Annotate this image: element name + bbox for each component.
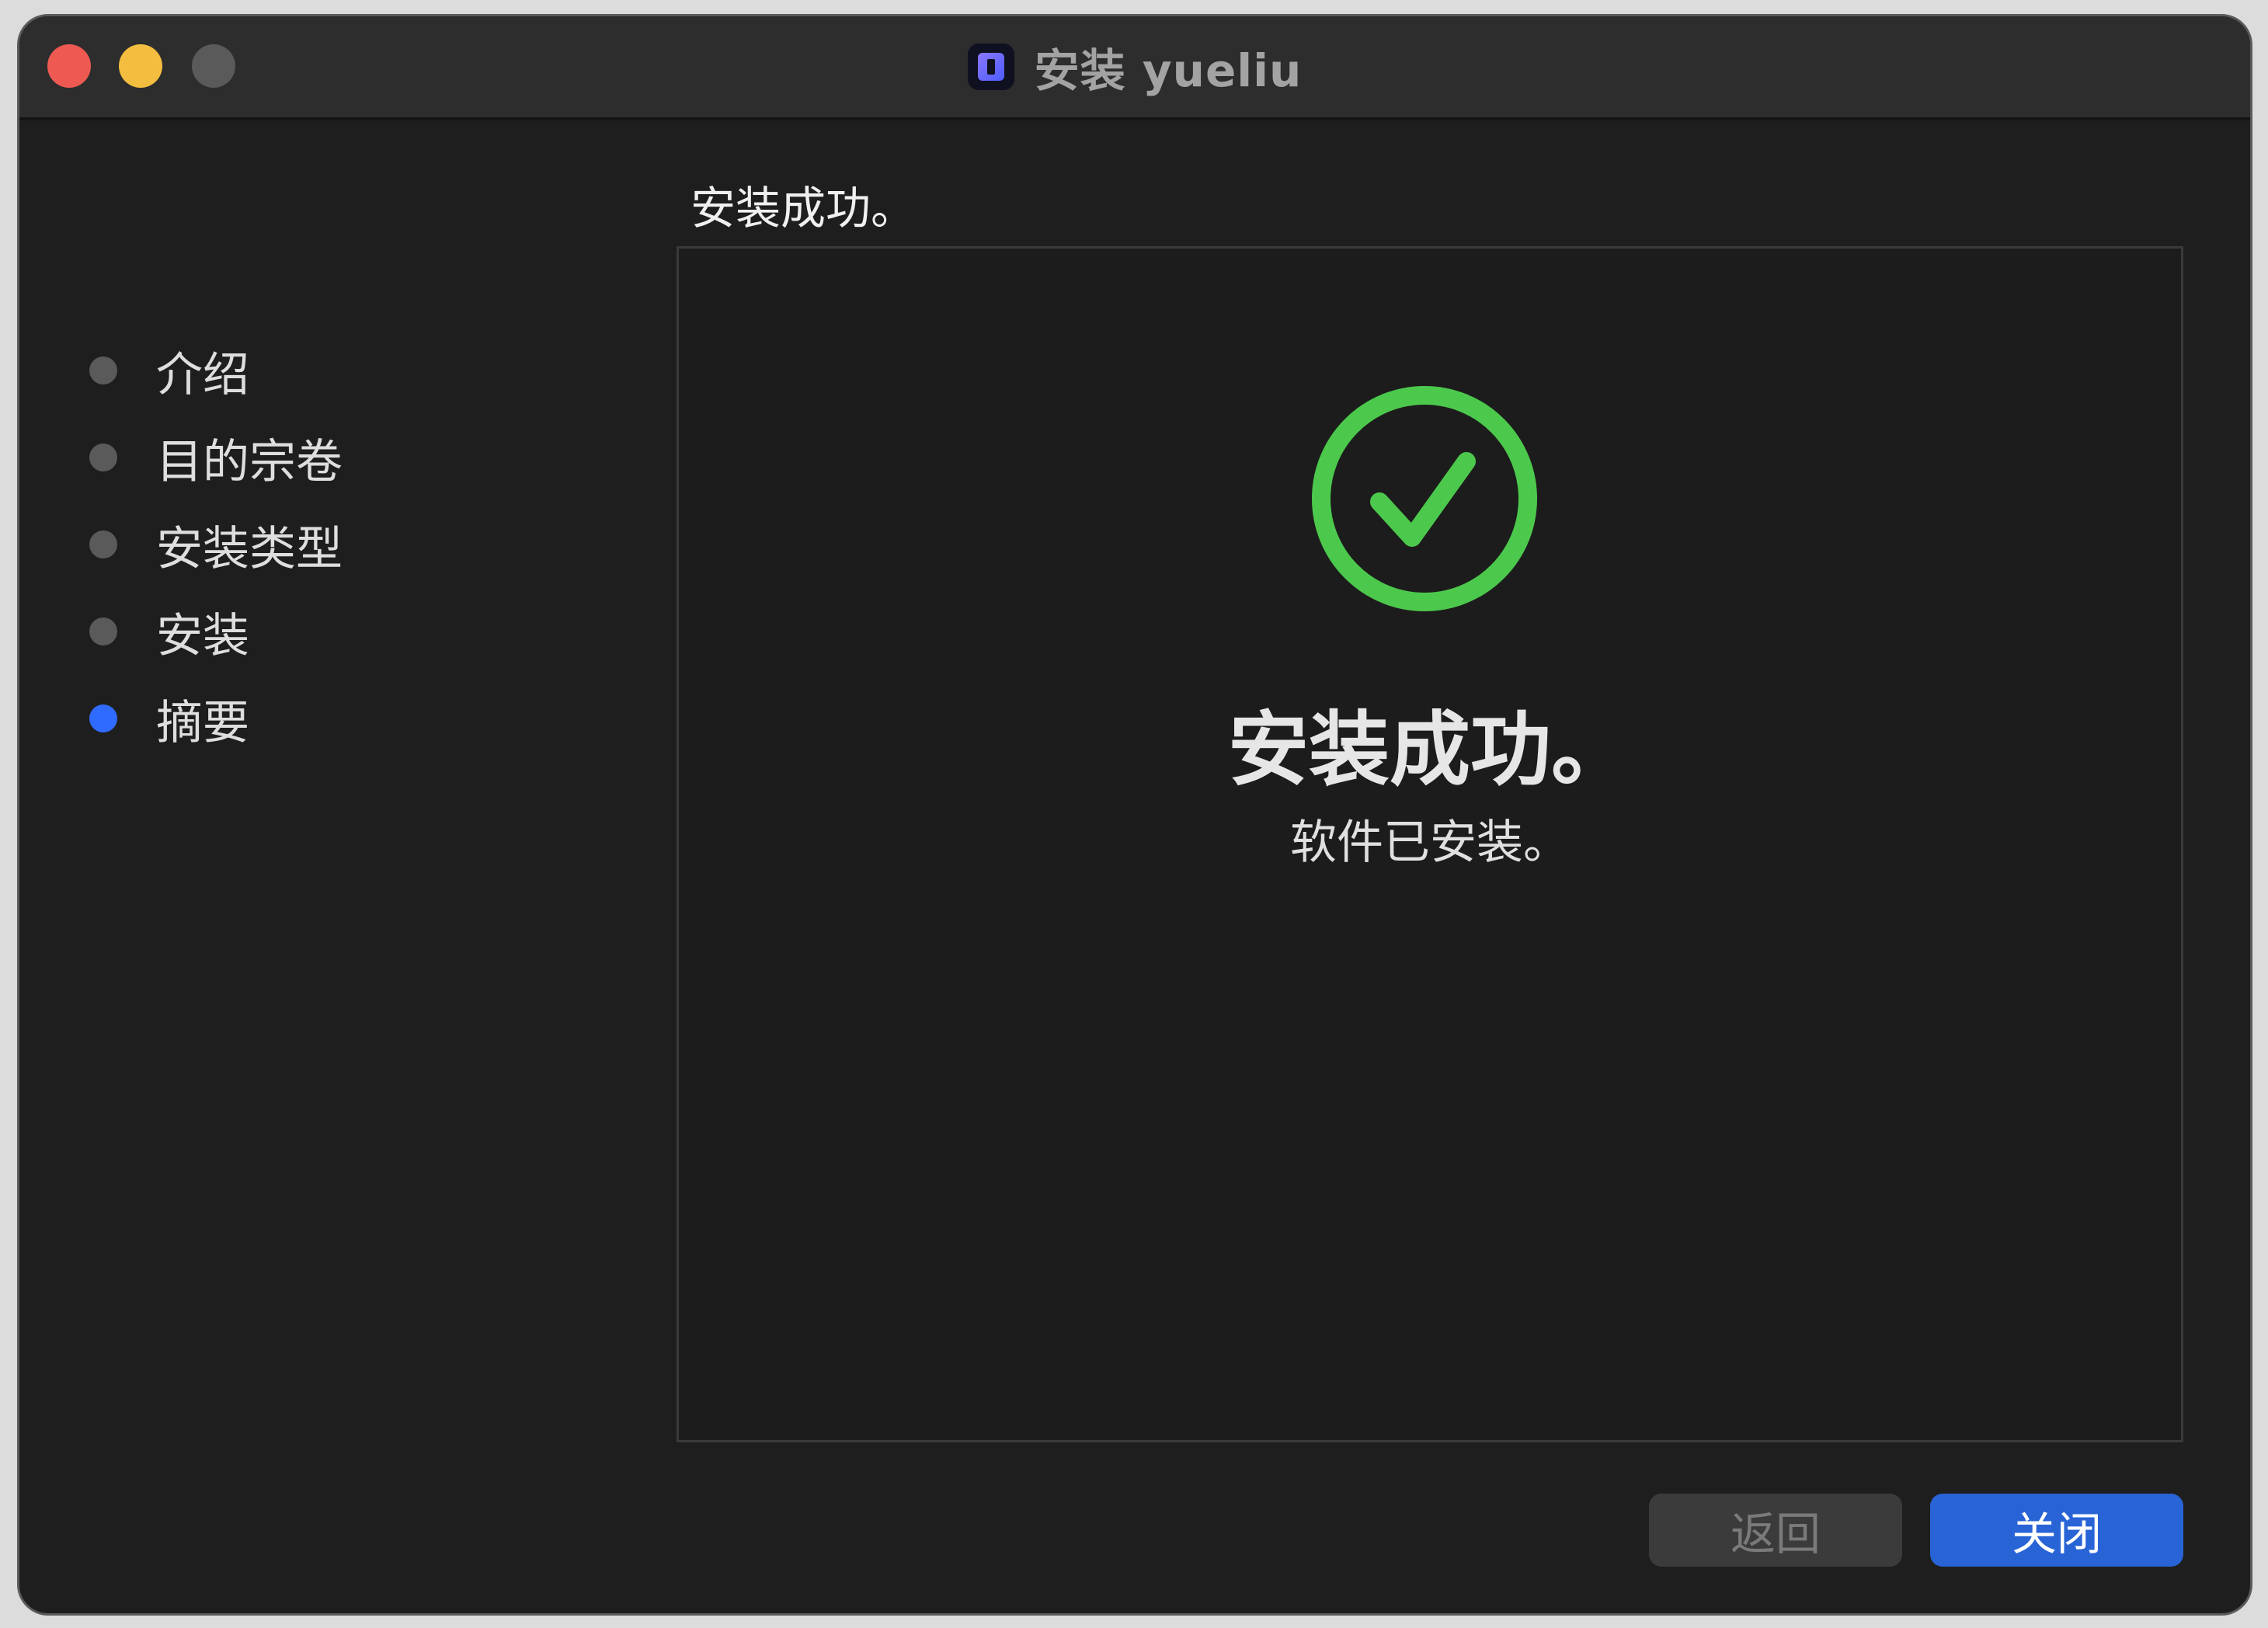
title-group: 安装 yueliu [19,16,2250,117]
page-title: 安装成功。 [690,182,917,235]
step-summary: 摘要 [89,675,343,762]
step-dot-icon [89,530,117,558]
installer-window: 安装 yueliu 介绍 目的宗卷 安装类型 安装 摘要 安装成功。 安装成功。… [17,14,2252,1616]
summary-panel: 安装成功。 软件已安装。 [677,246,2183,1442]
step-label: 安装类型 [156,521,343,576]
step-dot-icon [89,617,117,645]
step-installation: 安装 [89,588,343,675]
step-introduction: 介绍 [89,327,343,414]
step-label: 安装 [156,608,249,663]
step-label: 目的宗卷 [156,434,343,489]
step-destination: 目的宗卷 [89,414,343,501]
installer-steps: 介绍 目的宗卷 安装类型 安装 摘要 [89,327,343,762]
success-checkmark-icon [1312,386,1537,611]
step-install-type: 安装类型 [89,501,343,588]
step-dot-icon [89,444,117,471]
title-bar[interactable]: 安装 yueliu [19,16,2250,120]
close-button[interactable]: 关闭 [1930,1494,2183,1567]
step-label: 摘要 [156,695,249,750]
window-title: 安装 yueliu [1034,44,1303,97]
yueliu-app-icon [967,43,1014,90]
step-dot-icon [89,357,117,384]
result-subtitle: 软件已安装。 [1290,816,1570,870]
result-title: 安装成功。 [1227,702,1632,797]
step-dot-active-icon [89,704,117,732]
step-label: 介绍 [156,347,249,402]
back-button[interactable]: 返回 [1649,1494,1902,1567]
